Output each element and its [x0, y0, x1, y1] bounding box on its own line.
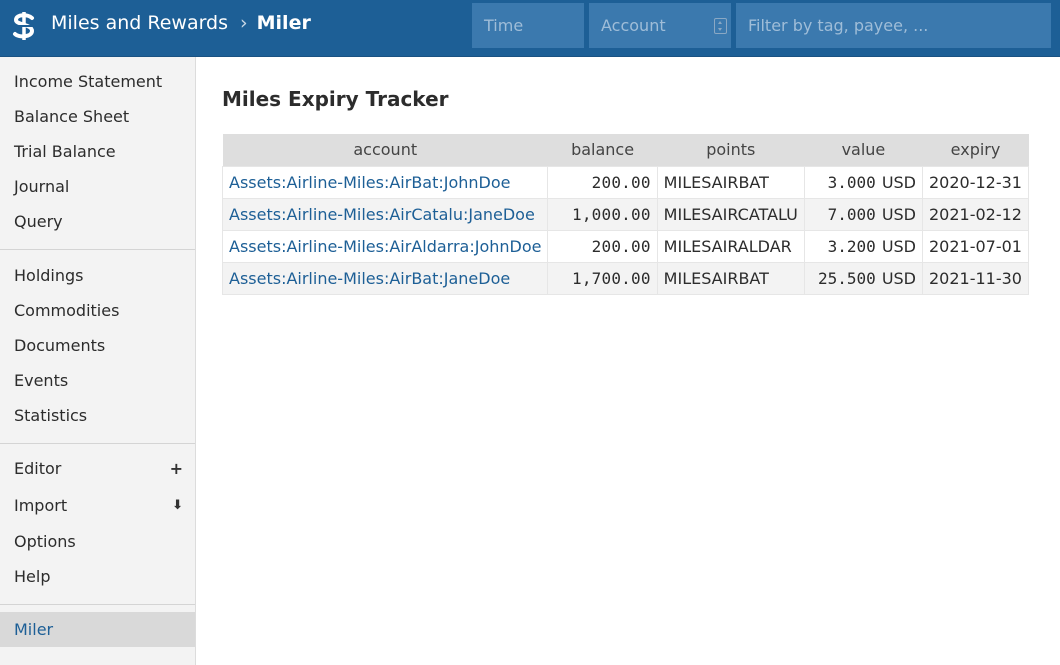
sidebar-divider: [0, 249, 195, 250]
miles-expiry-table: account balance points value expiry Asse…: [221, 134, 1029, 295]
sidebar-item-balance-sheet[interactable]: Balance Sheet: [0, 99, 195, 134]
points-cell: MILESAIRCATALU: [656, 197, 805, 231]
account-link[interactable]: Assets:Airline-Miles:AirBat:JaneDoe: [221, 261, 549, 295]
account-link[interactable]: Assets:Airline-Miles:AirBat:JohnDoe: [221, 165, 549, 199]
sidebar-item-journal[interactable]: Journal: [0, 169, 195, 204]
account-link[interactable]: Assets:Airline-Miles:AirAldarra:JohnDoe: [221, 229, 549, 263]
value-amount: 3.200: [827, 236, 876, 256]
sidebar-item-documents[interactable]: Documents: [0, 328, 195, 363]
tag-payee-filter-input[interactable]: Filter by tag, payee, ...: [736, 3, 1051, 48]
sidebar-item-trial-balance[interactable]: Trial Balance: [0, 134, 195, 169]
sidebar-item-import[interactable]: Import ⬇: [0, 488, 195, 523]
top-bar: Miles and Rewards › Miler Time Account Fil…: [0, 0, 1060, 57]
sidebar-divider: [0, 443, 195, 444]
sidebar-item-holdings[interactable]: Holdings: [0, 258, 195, 293]
table-row: Assets:Airline-Miles:AirBat:JohnDoe 200.…: [221, 165, 1029, 199]
breadcrumb-current: Miler: [256, 12, 311, 34]
table-header-row: account balance points value expiry: [222, 134, 1029, 166]
sidebar: Income Statement Balance Sheet Trial Bal…: [0, 57, 196, 665]
table-row: Assets:Airline-Miles:AirBat:JaneDoe 1,70…: [221, 261, 1029, 295]
main-content: Miles Expiry Tracker account balance poi…: [196, 57, 1060, 665]
sidebar-item-income-statement[interactable]: Income Statement: [0, 64, 195, 99]
download-icon[interactable]: ⬇: [172, 488, 183, 523]
account-link[interactable]: Assets:Airline-Miles:AirCatalu:JaneDoe: [221, 197, 549, 231]
tag-payee-filter-placeholder: Filter by tag, payee, ...: [748, 16, 929, 35]
expiry-cell: 2021-11-30: [922, 261, 1029, 295]
expiry-cell: 2020-12-31: [922, 165, 1029, 199]
table-row: Assets:Airline-Miles:AirAldarra:JohnDoe …: [221, 229, 1029, 263]
fava-dollar-logo-icon[interactable]: [8, 10, 40, 42]
sidebar-divider: [0, 604, 195, 605]
table-row: Assets:Airline-Miles:AirCatalu:JaneDoe 1…: [221, 197, 1029, 231]
value-cell: 25.500 USD: [803, 261, 924, 295]
value-amount: 3.000: [827, 172, 876, 192]
value-currency: USD: [881, 172, 916, 192]
account-filter-input[interactable]: Account: [589, 3, 731, 48]
sidebar-item-help[interactable]: Help: [0, 559, 195, 594]
column-header-balance[interactable]: balance: [547, 134, 658, 166]
plus-icon[interactable]: +: [170, 451, 183, 486]
sidebar-item-label: Import: [14, 496, 68, 515]
balance-cell: 200.00: [547, 229, 658, 263]
value-currency: USD: [881, 268, 916, 288]
sidebar-item-query[interactable]: Query: [0, 204, 195, 239]
balance-cell: 1,700.00: [547, 261, 658, 295]
column-header-value[interactable]: value: [804, 134, 923, 166]
expiry-cell: 2021-02-12: [922, 197, 1029, 231]
time-filter-placeholder: Time: [484, 16, 524, 35]
value-currency: USD: [881, 204, 916, 224]
balance-cell: 200.00: [547, 165, 658, 199]
breadcrumb: Miles and Rewards › Miler: [51, 12, 311, 34]
sidebar-item-editor[interactable]: Editor +: [0, 451, 195, 486]
column-header-expiry[interactable]: expiry: [922, 134, 1029, 166]
column-header-points[interactable]: points: [657, 134, 805, 166]
account-filter-placeholder: Account: [601, 16, 666, 35]
value-cell: 3.000 USD: [803, 165, 924, 199]
sidebar-item-miler[interactable]: Miler: [0, 612, 195, 647]
expiry-cell: 2021-07-01: [922, 229, 1029, 263]
time-filter-input[interactable]: Time: [472, 3, 584, 48]
page-title: Miles Expiry Tracker: [222, 87, 449, 111]
sidebar-item-events[interactable]: Events: [0, 363, 195, 398]
value-amount: 7.000: [827, 204, 876, 224]
value-cell: 7.000 USD: [803, 197, 924, 231]
sidebar-item-label: Editor: [14, 459, 62, 478]
value-amount: 25.500: [818, 268, 876, 288]
sidebar-item-options[interactable]: Options: [0, 524, 195, 559]
column-header-account[interactable]: account: [222, 134, 548, 166]
points-cell: MILESAIRALDAR: [656, 229, 805, 263]
value-cell: 3.200 USD: [803, 229, 924, 263]
value-currency: USD: [881, 236, 916, 256]
points-cell: MILESAIRBAT: [656, 261, 805, 295]
sidebar-item-commodities[interactable]: Commodities: [0, 293, 195, 328]
breadcrumb-separator: ›: [240, 12, 248, 34]
sidebar-item-statistics[interactable]: Statistics: [0, 398, 195, 433]
balance-cell: 1,000.00: [547, 197, 658, 231]
app-title-link[interactable]: Miles and Rewards: [51, 12, 228, 34]
points-cell: MILESAIRBAT: [656, 165, 805, 199]
dropdown-toggle-icon[interactable]: [714, 18, 727, 34]
